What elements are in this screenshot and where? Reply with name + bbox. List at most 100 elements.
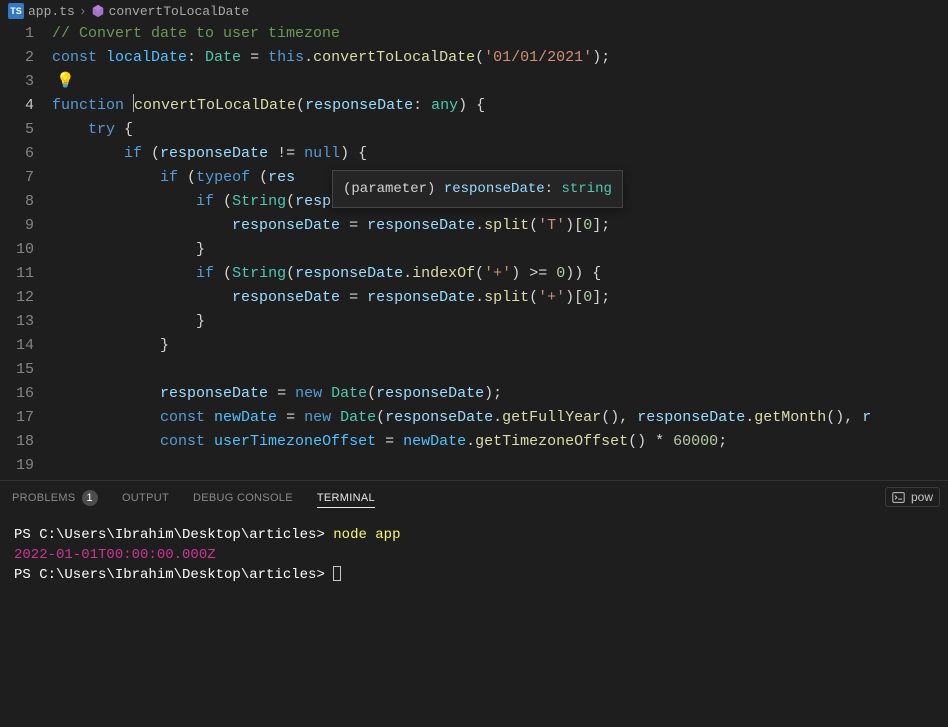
code-editor[interactable]: 💡 1// Convert date to user timezone 2con…: [0, 22, 948, 480]
code-token: getFullYear: [502, 409, 601, 426]
code-token: responseDate: [295, 265, 403, 282]
code-token: )) {: [565, 265, 601, 282]
code-token: try: [88, 121, 115, 138]
code-token: function: [52, 97, 133, 114]
code-token: :: [413, 97, 431, 114]
code-token: String: [232, 193, 286, 210]
code-token: const: [160, 433, 214, 450]
code-token: =: [376, 433, 403, 450]
tooltip-text: responseDate: [444, 181, 545, 197]
code-token: 60000: [673, 433, 718, 450]
code-token: =: [268, 385, 295, 402]
code-token: .: [304, 49, 313, 66]
code-token: null: [304, 145, 340, 162]
code-token: [52, 358, 948, 382]
line-number: 9: [0, 214, 52, 238]
code-token: ];: [592, 289, 610, 306]
code-token: }: [196, 241, 205, 258]
code-token: responseDate: [367, 289, 475, 306]
tab-output[interactable]: OUTPUT: [122, 492, 169, 504]
code-token: .: [466, 433, 475, 450]
code-token: if: [196, 193, 223, 210]
line-number: 1: [0, 22, 52, 46]
code-token: (: [286, 193, 295, 210]
code-token: new: [304, 409, 340, 426]
code-token: .: [475, 289, 484, 306]
code-token: responseDate: [385, 409, 493, 426]
code-token: Date: [331, 385, 367, 402]
code-token: 'T': [538, 217, 565, 234]
terminal-cursor: [333, 566, 341, 581]
ts-file-icon: TS: [8, 3, 24, 19]
code-token: typeof: [196, 169, 259, 186]
code-token: convertToLocalDate: [134, 97, 296, 114]
code-token: '+': [538, 289, 565, 306]
code-token: }: [196, 313, 205, 330]
line-number: 5: [0, 118, 52, 142]
code-token: if: [160, 169, 187, 186]
code-token: String: [232, 265, 286, 282]
breadcrumb[interactable]: TS app.ts › convertToLocalDate: [0, 0, 948, 22]
code-token: '+': [484, 265, 511, 282]
code-token: =: [277, 409, 304, 426]
line-number: 6: [0, 142, 52, 166]
code-token: (: [223, 193, 232, 210]
code-token: responseDate: [367, 217, 475, 234]
line-number: 18: [0, 430, 52, 454]
code-token: 0: [583, 217, 592, 234]
code-token: convertToLocalDate: [313, 49, 475, 66]
terminal[interactable]: PS C:\Users\Ibrahim\Desktop\articles> no…: [0, 515, 948, 595]
chevron-right-icon: ›: [79, 4, 87, 19]
terminal-icon: [892, 491, 905, 504]
line-number: 14: [0, 334, 52, 358]
code-token: split: [484, 217, 529, 234]
line-number: 4: [0, 94, 52, 118]
code-token: responseDate: [232, 289, 340, 306]
code-token: split: [484, 289, 529, 306]
tab-terminal[interactable]: TERMINAL: [317, 492, 375, 508]
code-token: (: [529, 289, 538, 306]
code-token: .: [493, 409, 502, 426]
terminal-line: node app: [333, 527, 400, 543]
terminal-launch-profile[interactable]: pow: [885, 487, 940, 507]
tab-debug-console[interactable]: DEBUG CONSOLE: [193, 492, 293, 504]
tooltip-text: (parameter): [343, 181, 444, 197]
code-token: (: [187, 169, 196, 186]
code-token: responseDate: [637, 409, 745, 426]
code-token: =: [340, 217, 367, 234]
code-token: =: [340, 289, 367, 306]
line-number: 16: [0, 382, 52, 406]
terminal-line: 2022-01-01T00:00:00.000Z: [14, 547, 216, 563]
code-token: .: [403, 265, 412, 282]
code-token: (),: [601, 409, 637, 426]
code-token: getMonth: [754, 409, 826, 426]
code-token: indexOf: [412, 265, 475, 282]
line-number: 7: [0, 166, 52, 190]
code-token: if: [124, 145, 151, 162]
code-token: ) {: [340, 145, 367, 162]
breadcrumb-symbol[interactable]: convertToLocalDate: [109, 4, 249, 19]
code-token: const: [160, 409, 214, 426]
code-token: (: [223, 265, 232, 282]
line-number: 11: [0, 262, 52, 286]
terminal-line: PS C:\Users\Ibrahim\Desktop\articles>: [14, 567, 333, 583]
tooltip-text: string: [561, 181, 611, 197]
code-token: (: [529, 217, 538, 234]
line-number: 2: [0, 46, 52, 70]
code-token: if: [196, 265, 223, 282]
code-token: )[: [565, 217, 583, 234]
code-token: ): [511, 265, 520, 282]
line-number: 17: [0, 406, 52, 430]
code-token: :: [187, 49, 205, 66]
code-token: '01/01/2021': [484, 49, 592, 66]
lightbulb-icon[interactable]: 💡: [56, 70, 75, 94]
code-token: 0: [556, 265, 565, 282]
code-token: .: [475, 217, 484, 234]
code-token: newDate: [214, 409, 277, 426]
hover-tooltip: (parameter) responseDate: string: [332, 170, 623, 208]
tab-problems[interactable]: PROBLEMS 1: [12, 490, 98, 506]
breadcrumb-file[interactable]: app.ts: [28, 4, 75, 19]
code-token: responseDate: [232, 217, 340, 234]
line-number: 15: [0, 358, 52, 382]
code-token: (: [475, 49, 484, 66]
